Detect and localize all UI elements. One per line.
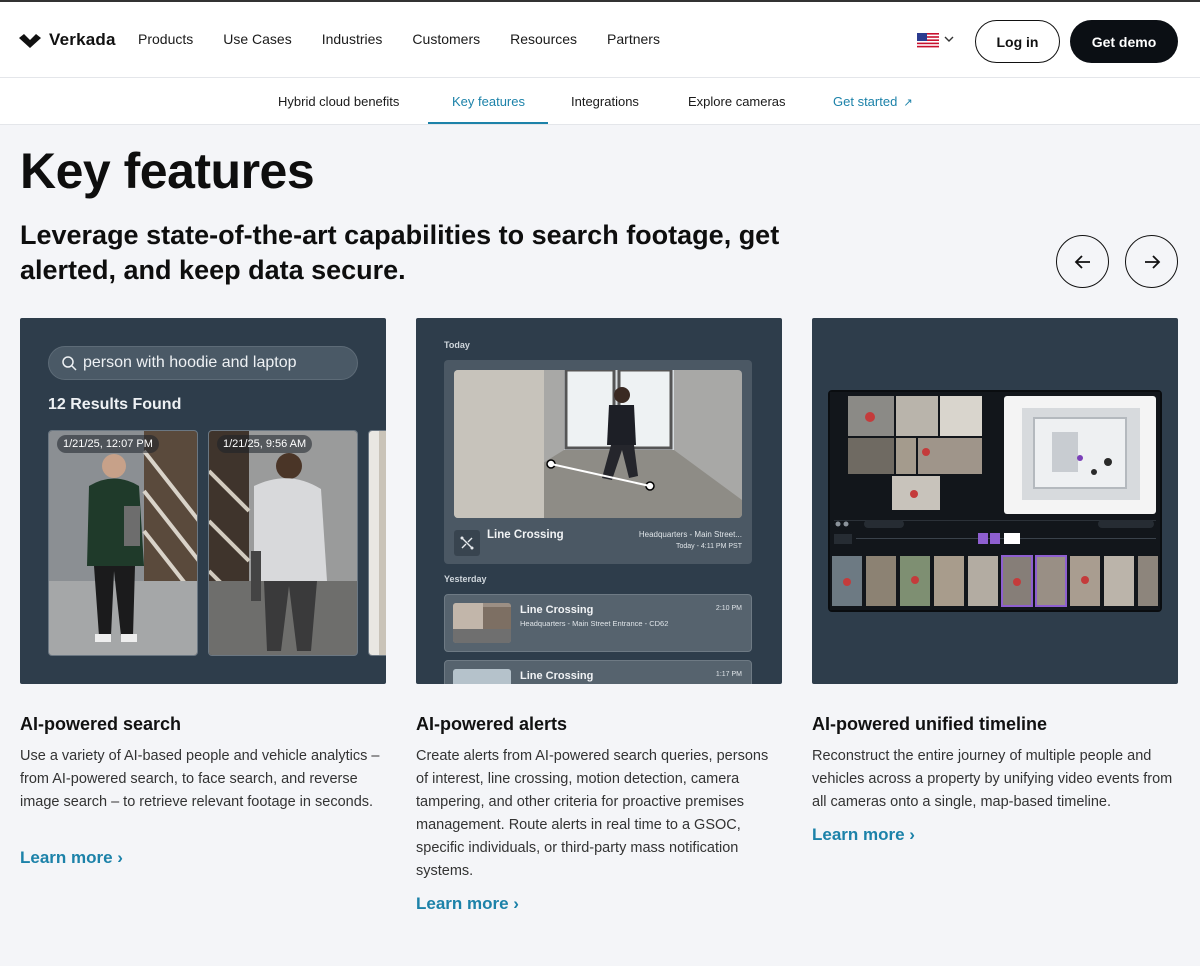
- today-label: Today: [444, 340, 470, 350]
- card-title-alerts: AI-powered alerts: [416, 714, 568, 734]
- page-subtitle: Leverage state-of-the-art capabilities t…: [20, 220, 780, 285]
- alert-title: Line Crossing: [487, 529, 564, 541]
- card-title-timeline: AI-powered unified timeline: [812, 714, 1048, 734]
- yesterday-label: Yesterday: [444, 574, 487, 584]
- street-photo: [453, 669, 511, 684]
- timeline-feature-image: [812, 318, 1178, 684]
- subnav-get-started-link[interactable]: Get started ↗: [833, 94, 913, 109]
- results-count: 12 Results Found: [48, 396, 182, 413]
- subnav-item-hybrid-cloud[interactable]: Hybrid cloud benefits: [278, 94, 399, 109]
- search-demo-bar: person with hoodie and laptop: [48, 346, 358, 380]
- main-alert-card: Line Crossing Headquarters - Main Street…: [444, 360, 752, 564]
- brand-name: Verkada: [49, 30, 116, 49]
- subnav-item-integrations[interactable]: Integrations: [571, 94, 639, 109]
- search-query-text: person with hoodie and laptop: [83, 354, 297, 371]
- unified-timeline-ui: [830, 392, 1160, 610]
- doorway-photo: [454, 370, 742, 518]
- result-thumbnail: 1/21/25, 9:56 AM: [208, 430, 358, 656]
- page-title: Key features: [20, 143, 315, 199]
- street-photo: [453, 603, 511, 643]
- subnav-item-explore-cameras[interactable]: Explore cameras: [688, 94, 786, 109]
- nav-item-use-cases[interactable]: Use Cases: [223, 31, 291, 47]
- carousel-prev-button[interactable]: [1056, 235, 1109, 288]
- alert-time: Today - 4:11 PM PST: [675, 543, 742, 550]
- timestamp-tag: 1/21/25, 12:07 PM: [57, 435, 159, 453]
- alert-list-item: Line Crossing Headquarters - Main Street…: [444, 594, 752, 652]
- timeline-screen-mockup: [828, 390, 1162, 612]
- arrow-right-icon: [1144, 254, 1160, 269]
- arrow-up-right-icon: ↗: [903, 97, 913, 109]
- partial-photo: [369, 431, 386, 655]
- line-crossing-icon: [454, 530, 480, 556]
- alert-row-title: Line Crossing: [520, 670, 594, 682]
- card-description-alerts: Create alerts from AI-powered search que…: [416, 748, 769, 879]
- card-title-search: AI-powered search: [20, 714, 182, 734]
- section-nav: Hybrid cloud benefits Key features Integ…: [0, 78, 1200, 125]
- nav-item-partners[interactable]: Partners: [607, 31, 660, 47]
- result-thumbnail: 1/21/25, 12:07 PM: [48, 430, 198, 656]
- get-started-label: Get started: [833, 94, 898, 109]
- alert-location: Headquarters - Main Street...: [638, 530, 742, 539]
- learn-more-search-link[interactable]: Learn more ›: [20, 848, 123, 868]
- search-icon: [62, 356, 77, 371]
- alert-thumbnail: [453, 669, 511, 684]
- alert-list-item: Line Crossing 1:17 PM: [444, 660, 752, 684]
- chevron-down-icon[interactable]: [944, 34, 954, 44]
- nav-item-products[interactable]: Products: [138, 31, 193, 47]
- get-demo-button[interactable]: Get demo: [1070, 20, 1178, 63]
- top-navigation: Verkada Products Use Cases Industries Cu…: [0, 0, 1200, 78]
- person-photo-2: [209, 431, 357, 655]
- card-description-timeline: Reconstruct the entire journey of multip…: [812, 748, 1173, 810]
- nav-item-customers[interactable]: Customers: [412, 31, 480, 47]
- arrow-left-icon: [1074, 254, 1090, 269]
- carousel-next-button[interactable]: [1125, 235, 1178, 288]
- result-thumbnail-partial: [368, 430, 386, 656]
- timestamp-tag: 1/21/25, 9:56 AM: [217, 435, 313, 453]
- person-photo-1: [49, 431, 197, 655]
- learn-more-timeline-link[interactable]: Learn more ›: [812, 825, 915, 845]
- verkada-logo[interactable]: Verkada: [19, 30, 116, 50]
- alert-row-subtitle: Headquarters - Main Street Entrance - CD…: [520, 619, 669, 628]
- alert-row-time: 2:10 PM: [715, 605, 742, 612]
- alerts-feature-image: Today Line Crossing Headquarters - Main: [416, 318, 782, 684]
- us-flag-icon[interactable]: [917, 33, 939, 49]
- nav-item-industries[interactable]: Industries: [322, 31, 383, 47]
- alert-row-title: Line Crossing: [520, 604, 594, 616]
- subnav-item-key-features[interactable]: Key features: [452, 94, 525, 109]
- nav-item-resources[interactable]: Resources: [510, 31, 577, 47]
- card-description-search: Use a variety of AI-based people and veh…: [20, 748, 380, 810]
- main-nav: Products Use Cases Industries Customers …: [138, 31, 690, 47]
- active-tab-indicator: [428, 122, 548, 124]
- login-button[interactable]: Log in: [975, 20, 1060, 63]
- alert-thumbnail: [453, 603, 511, 643]
- alert-row-time: 1:17 PM: [715, 671, 742, 678]
- alert-camera-view: [454, 370, 742, 518]
- learn-more-alerts-link[interactable]: Learn more ›: [416, 894, 519, 914]
- verkada-logo-icon: [19, 34, 41, 48]
- search-feature-image: person with hoodie and laptop 12 Results…: [20, 318, 386, 684]
